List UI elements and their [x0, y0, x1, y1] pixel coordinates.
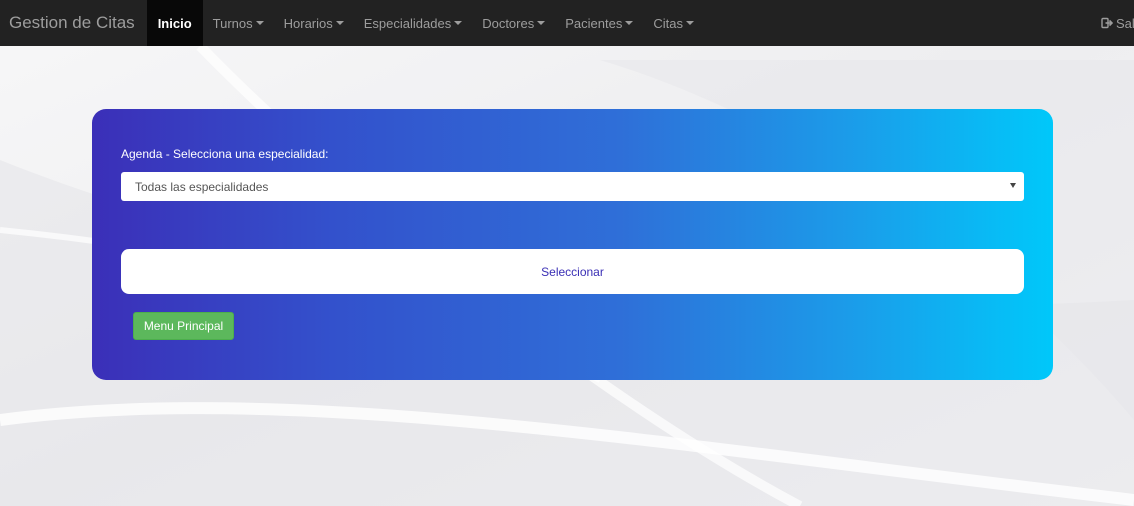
menu-principal-button[interactable]: Menu Principal [133, 312, 234, 340]
nav-item-label: Pacientes [565, 15, 623, 31]
select-value: Todas las especialidades [135, 179, 269, 194]
caret-down-icon [454, 21, 463, 25]
dropdown-arrow-icon [1010, 183, 1016, 188]
nav-item-label: Inicio [157, 15, 192, 31]
seleccionar-button[interactable]: Seleccionar [121, 249, 1024, 294]
nav-item-turnos[interactable]: Turnos [203, 0, 274, 46]
nav-item-citas[interactable]: Citas [643, 0, 704, 46]
caret-down-icon [537, 21, 546, 25]
nav-item-label: Horarios [283, 15, 333, 31]
logout-icon [1101, 17, 1113, 29]
nav-item-pacientes[interactable]: Pacientes [555, 0, 643, 46]
top-navbar: Gestion de Citas Inicio Turnos Horarios … [0, 0, 1134, 46]
nav-item-doctores[interactable]: Doctores [472, 0, 555, 46]
agenda-panel: Agenda - Selecciona una especialidad: To… [92, 109, 1053, 380]
caret-down-icon [255, 21, 264, 25]
agenda-label: Agenda - Selecciona una especialidad: [121, 147, 329, 161]
nav-item-label: Turnos [212, 15, 253, 31]
nav-item-horarios[interactable]: Horarios [274, 0, 354, 46]
navbar-brand[interactable]: Gestion de Citas [9, 13, 135, 33]
especialidad-select[interactable]: Todas las especialidades [121, 172, 1024, 201]
nav-item-label: Especialidades [363, 15, 452, 31]
nav-item-label: Citas [653, 15, 683, 31]
caret-down-icon [625, 21, 634, 25]
nav-item-inicio[interactable]: Inicio [146, 0, 203, 46]
caret-down-icon [335, 21, 344, 25]
caret-down-icon [685, 21, 694, 25]
logout-label: Salir [1115, 15, 1134, 31]
nav-item-especialidades[interactable]: Especialidades [354, 0, 472, 46]
logout-link[interactable]: Salir [1101, 0, 1134, 46]
nav-item-label: Doctores [482, 15, 535, 31]
